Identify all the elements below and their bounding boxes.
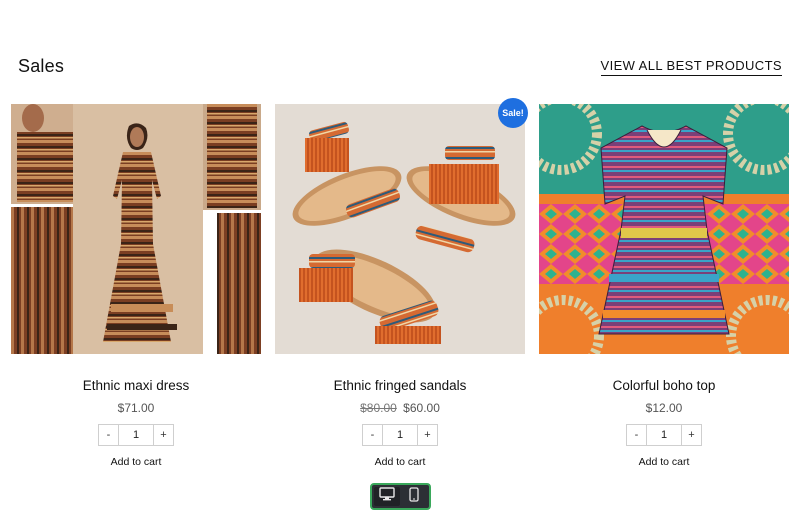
- quantity-input[interactable]: 1: [119, 425, 153, 445]
- desktop-icon: [379, 487, 395, 506]
- current-price: $71.00: [117, 401, 155, 415]
- quantity-decrease-button[interactable]: -: [363, 425, 383, 445]
- product-name[interactable]: Ethnic maxi dress: [11, 378, 261, 393]
- add-to-cart-button[interactable]: Add to cart: [11, 456, 261, 468]
- current-price: $60.00: [403, 401, 440, 415]
- quantity-increase-button[interactable]: +: [417, 425, 437, 445]
- product-price: $71.00: [11, 401, 261, 415]
- product-name[interactable]: Colorful boho top: [539, 378, 789, 393]
- product-image-maxi-dress[interactable]: [11, 104, 261, 354]
- product-name[interactable]: Ethnic fringed sandals: [275, 378, 525, 393]
- current-price: $12.00: [645, 401, 683, 415]
- original-price: $80.00: [360, 401, 397, 415]
- section-title: Sales: [18, 56, 65, 76]
- add-to-cart-button[interactable]: Add to cart: [539, 456, 789, 468]
- desktop-view-button[interactable]: [374, 487, 400, 506]
- product-card[interactable]: Colorful boho top $12.00 - 1 + Add to ca…: [539, 104, 789, 468]
- mobile-icon: [409, 486, 419, 507]
- sale-badge: Sale!: [498, 98, 528, 128]
- quantity-stepper: - 1 +: [626, 424, 702, 446]
- quantity-input[interactable]: 1: [647, 425, 681, 445]
- quantity-input[interactable]: 1: [383, 425, 417, 445]
- view-all-products-link[interactable]: VIEW ALL BEST PRODUCTS: [600, 58, 782, 76]
- product-price: $12.00: [539, 401, 789, 415]
- quantity-stepper: - 1 +: [98, 424, 174, 446]
- product-image-boho-top[interactable]: [539, 104, 789, 354]
- product-card[interactable]: Ethnic maxi dress $71.00 - 1 + Add to ca…: [11, 104, 261, 468]
- mobile-view-button[interactable]: [402, 486, 428, 507]
- device-preview-toggle: [370, 483, 431, 510]
- quantity-increase-button[interactable]: +: [153, 425, 173, 445]
- product-card[interactable]: Sale! Ethnic fringed sandals $80.00 $60.…: [275, 98, 528, 468]
- product-image-fringed-sandals[interactable]: [275, 104, 525, 354]
- quantity-decrease-button[interactable]: -: [627, 425, 647, 445]
- add-to-cart-button[interactable]: Add to cart: [275, 456, 525, 468]
- product-price: $80.00 $60.00: [275, 401, 525, 415]
- quantity-increase-button[interactable]: +: [681, 425, 701, 445]
- quantity-decrease-button[interactable]: -: [99, 425, 119, 445]
- quantity-stepper: - 1 +: [362, 424, 438, 446]
